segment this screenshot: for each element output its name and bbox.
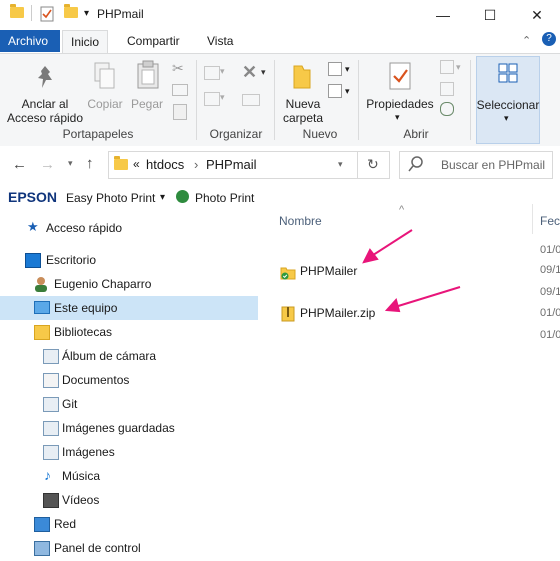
annotation-arrows xyxy=(362,229,461,313)
annotation-arrow-phpmailer xyxy=(362,229,413,264)
annotation-arrow-phpmailer-zip xyxy=(384,286,461,313)
